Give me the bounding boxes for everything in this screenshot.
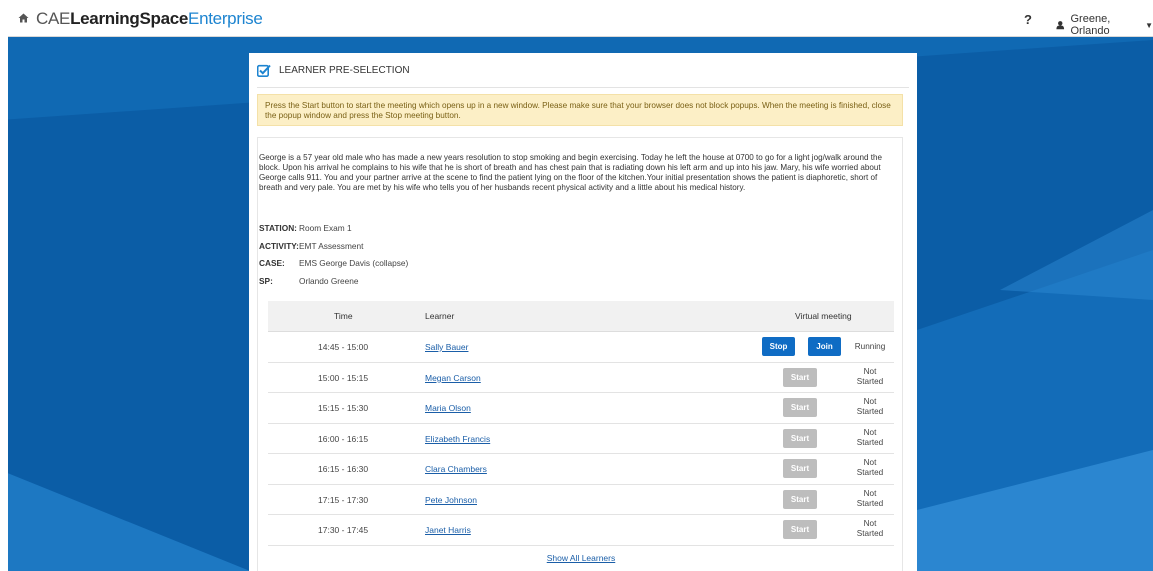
help-button[interactable]: ? <box>1024 12 1032 27</box>
learner-link[interactable]: Maria Olson <box>425 403 471 413</box>
status-line: Not <box>863 427 877 437</box>
meta-value: Orlando Greene <box>299 275 359 286</box>
time-slot: 15:00 - 15:15 <box>318 372 369 383</box>
status-line: Started <box>856 498 884 508</box>
brand-part-cae: CAE <box>36 9 71 28</box>
meta-label: CASE: <box>259 258 285 268</box>
meeting-status: Running <box>854 342 886 351</box>
time-slot: 14:45 - 15:00 <box>318 342 369 352</box>
stop-meeting-button[interactable]: Stop <box>762 337 795 356</box>
join-meeting-button[interactable]: Join <box>808 337 841 356</box>
meta-label: SP: <box>259 275 273 286</box>
meeting-status: Not Started <box>847 458 893 478</box>
status-line: Started <box>856 407 884 416</box>
table-row: 15:15 - 15:30 Maria Olson Start Not Start… <box>268 393 894 424</box>
meta-label: ACTIVITY: <box>259 240 299 251</box>
table-row: 16:00 - 16:15 Elizabeth Francis Start No… <box>268 424 894 454</box>
table-row: 15:00 - 15:15 Megan Carson Start Not Star… <box>268 363 894 393</box>
case-description: George is a 57 year old male who has mad… <box>259 153 883 192</box>
station-meta: STATION: Room Exam 1 ACTIVITY: EMT Asses… <box>259 223 408 293</box>
caret-down-icon: ▼ <box>1145 20 1153 30</box>
meta-station: STATION: Room Exam 1 <box>259 223 408 241</box>
status-line: Started <box>856 468 884 477</box>
learner-link[interactable]: Sally Bauer <box>425 342 468 352</box>
start-meeting-button[interactable]: Start <box>783 428 817 448</box>
table-header: Time Learner Virtual meeting <box>268 301 894 332</box>
time-slot: 17:15 - 17:30 <box>318 494 369 505</box>
home-icon[interactable] <box>18 12 29 26</box>
column-header-time[interactable]: Time <box>334 311 353 321</box>
time-slot: 15:15 - 15:30 <box>318 403 369 413</box>
time-slot: 17:30 - 17:45 <box>318 525 369 535</box>
meeting-status: Not Started <box>847 397 893 417</box>
meta-activity: ACTIVITY: EMT Assessment <box>259 241 408 259</box>
checkbox-checked-icon <box>257 64 271 77</box>
start-meeting-button[interactable]: Start <box>783 367 817 387</box>
learner-preselection-card: LEARNER PRE-SELECTION Press the Start bu… <box>249 53 917 571</box>
meta-value: EMT Assessment <box>299 240 364 251</box>
user-name: Greene, Orlando <box>1070 13 1111 37</box>
column-header-learner[interactable]: Learner <box>425 311 454 321</box>
status-line: Started <box>856 529 884 538</box>
table-row: 16:15 - 16:30 Clara Chambers Start Not St… <box>268 454 894 485</box>
user-menu[interactable]: Greene, Orlando ▼ <box>1056 13 1153 37</box>
time-slot: 16:15 - 16:30 <box>318 464 369 474</box>
brand-part-enterprise: Enterprise <box>188 9 263 28</box>
meeting-status: Not Started <box>847 367 893 387</box>
table-row: 17:15 - 17:30 Pete Johnson Start Not Star… <box>268 485 894 515</box>
meta-case: CASE: EMS George Davis (collapse) <box>259 258 408 276</box>
start-meeting-button[interactable]: Start <box>783 489 817 509</box>
status-line: Not <box>863 519 877 528</box>
station-panel: George is a 57 year old male who has mad… <box>257 137 903 571</box>
learner-link[interactable]: Clara Chambers <box>425 464 487 474</box>
meeting-status: Not Started <box>847 519 893 539</box>
column-header-virtual-meeting: Virtual meeting <box>795 311 852 321</box>
learner-link[interactable]: Elizabeth Francis <box>425 434 490 444</box>
show-all-learners-link[interactable]: Show All Learners <box>268 553 894 563</box>
time-slot: 16:00 - 16:15 <box>318 433 369 444</box>
meta-value: Room Exam 1 <box>299 223 352 233</box>
status-line: Started <box>856 376 884 386</box>
meeting-status: Not Started <box>847 428 893 448</box>
status-line: Not <box>863 458 877 467</box>
window-edge <box>0 0 8 571</box>
learner-link[interactable]: Janet Harris <box>425 525 471 535</box>
learner-link[interactable]: Pete Johnson <box>425 495 477 505</box>
start-meeting-button[interactable]: Start <box>783 520 817 539</box>
meta-sp: SP: Orlando Greene <box>259 276 408 294</box>
status-line: Started <box>856 437 884 447</box>
start-meeting-button[interactable]: Start <box>783 398 817 417</box>
table-row: 14:45 - 15:00 Sally Bauer Stop Join Runn… <box>268 332 894 363</box>
meeting-status: Not Started <box>847 489 893 509</box>
start-meeting-button[interactable]: Start <box>783 459 817 478</box>
meta-value: EMS George Davis (collapse) <box>299 258 409 268</box>
divider <box>257 87 909 88</box>
meta-label: STATION: <box>259 223 297 233</box>
status-line: Not <box>863 366 877 376</box>
popup-warning-alert: Press the Start button to start the meet… <box>257 94 903 126</box>
user-icon <box>1056 21 1065 30</box>
table-row: 17:30 - 17:45 Janet Harris Start Not Star… <box>268 515 894 546</box>
learner-schedule-table: Time Learner Virtual meeting 14:45 - 15:… <box>268 301 894 563</box>
status-line: Not <box>863 397 877 406</box>
card-title: LEARNER PRE-SELECTION <box>279 65 410 76</box>
card-header: LEARNER PRE-SELECTION <box>257 64 410 77</box>
learner-link[interactable]: Megan Carson <box>425 373 481 383</box>
brand-part-learningspace: LearningSpace <box>70 9 189 28</box>
brand-logo[interactable]: CAE LearningSpace Enterprise <box>18 9 263 28</box>
status-line: Not <box>863 488 877 498</box>
top-navigation-bar: CAE LearningSpace Enterprise ? Greene, Orl… <box>8 0 1153 37</box>
